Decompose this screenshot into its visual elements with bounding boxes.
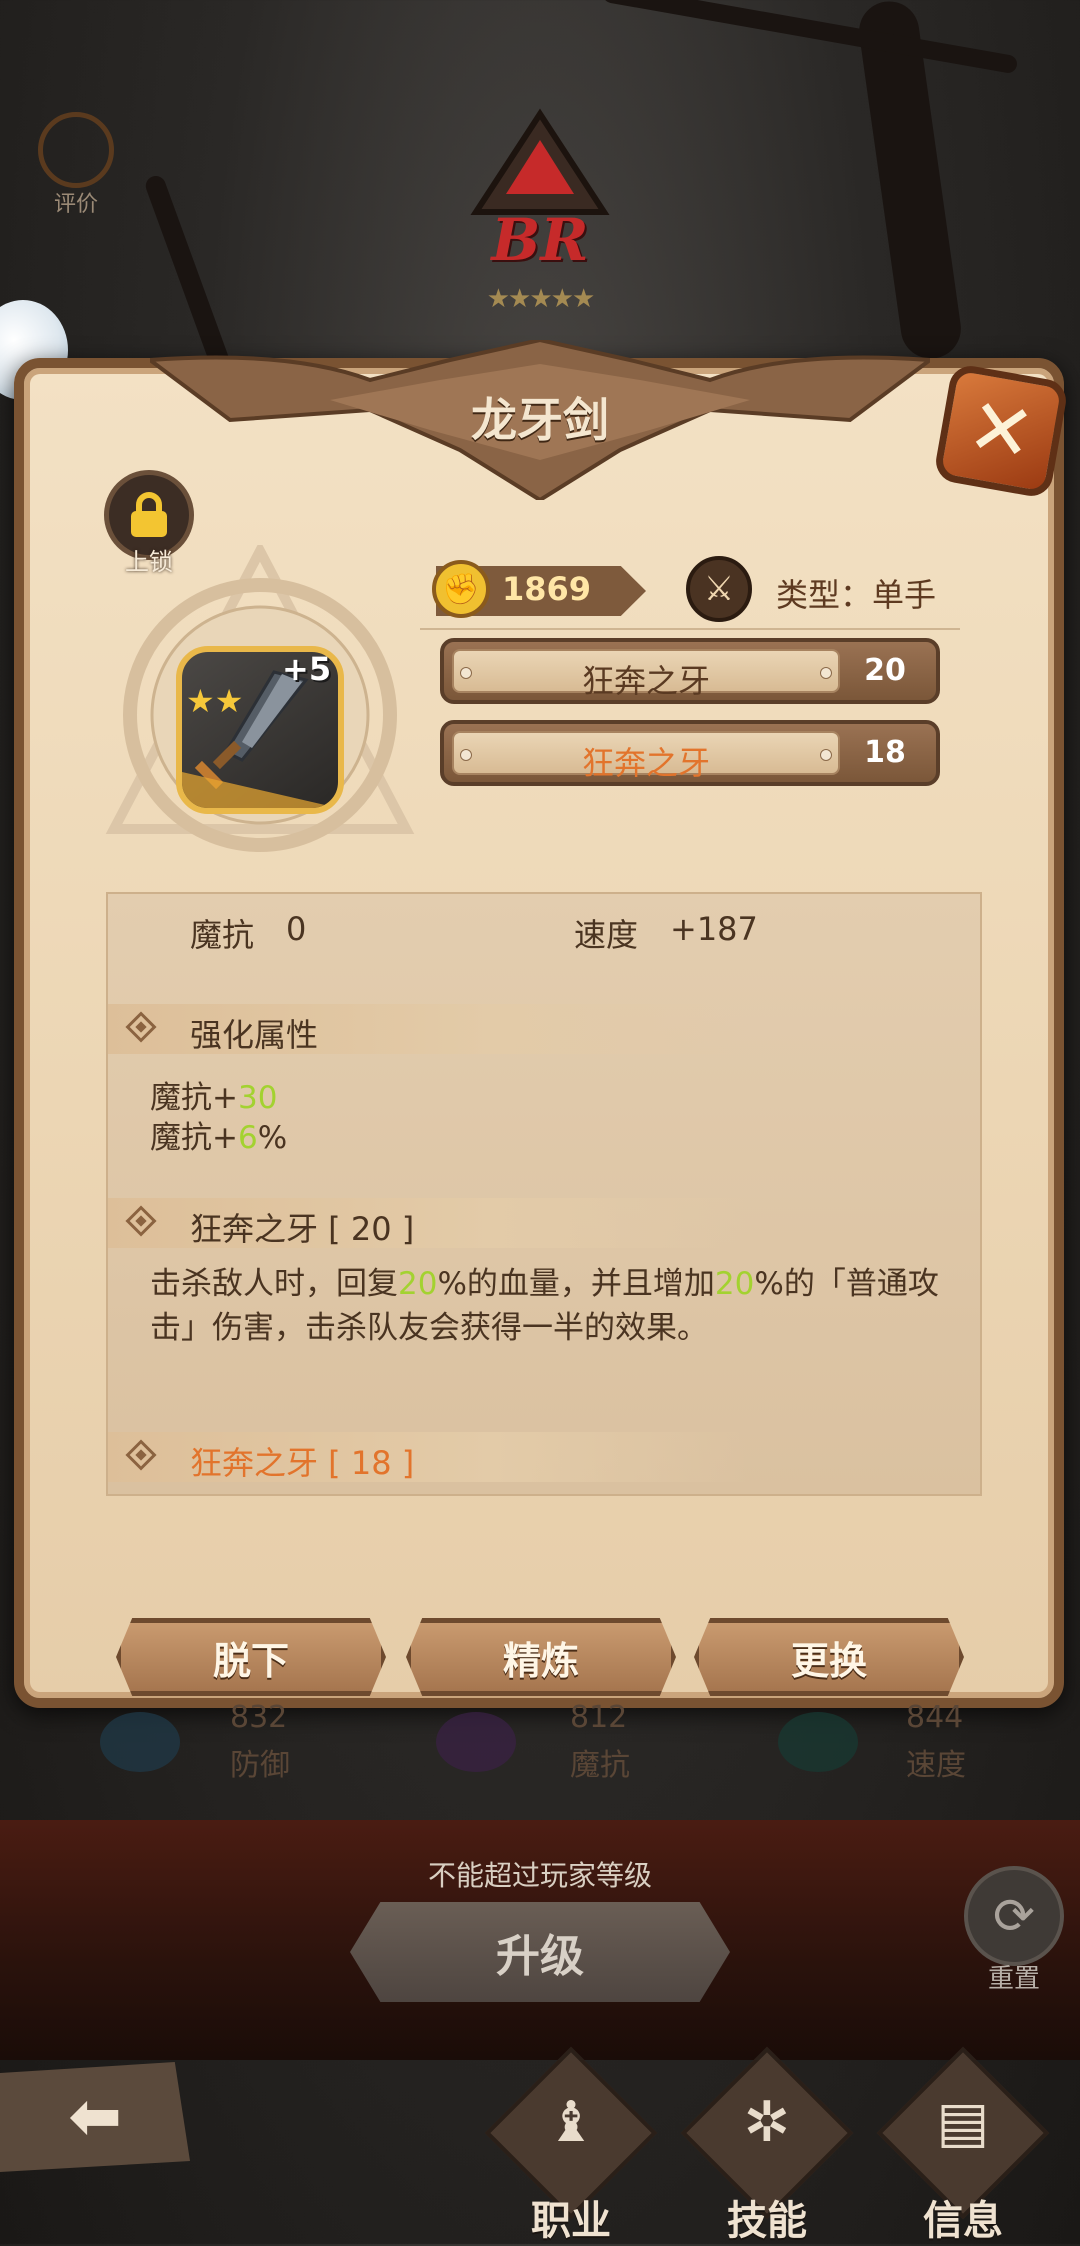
skill-level: 20 [864,653,906,688]
section-title: 强化属性 [190,1016,319,1054]
skill-bar-1[interactable]: 狂奔之牙 20 [440,638,940,704]
skill-level: 18 [864,735,906,770]
speed-icon [778,1712,858,1772]
speed-value: 844 [906,1700,964,1735]
chess-piece-icon: ♝ [545,2090,597,2155]
diamond-icon [125,1011,157,1043]
rate-label: 评价 [53,192,98,217]
skill-name-box: 狂奔之牙 [452,731,840,782]
attr-value: 6 [237,1120,258,1156]
reset-button[interactable]: ⟳ [964,1866,1064,1966]
attr-suffix: % [257,1120,288,1156]
lock-icon [131,492,167,537]
fist-icon: ✊ [432,560,490,618]
rank-text: BR [491,206,589,274]
unequip-button[interactable]: 脱下 [116,1618,386,1696]
stat-left-label: 魔抗 [190,916,255,954]
nav-skill-label: 技能 [727,2198,807,2244]
rate-icon[interactable] [38,112,114,188]
speed-label: 速度 [906,1748,966,1783]
upgrade-button[interactable]: 升级 [350,1902,730,2002]
stat-right-label: 速度 [574,916,639,954]
skill-name-box: 狂奔之牙 [452,649,840,700]
diamond-icon [125,1439,157,1471]
stat-left-value: 0 [286,910,307,948]
desc-number: 20 [714,1266,755,1302]
close-icon: ✕ [960,381,1041,481]
stat-right-value: +187 [670,910,758,948]
reset-label: 重置 [987,1964,1040,1994]
skill-icon: ✲ [743,2090,791,2155]
enhance-attr-line: 魔抗+30 [150,1072,277,1117]
section-title: 狂奔之牙 [ 20 ] [190,1210,415,1248]
nav-info-label: 信息 [923,2198,1003,2244]
item-enhance-level: +5 [282,650,332,688]
skill-name: 狂奔之牙 [581,744,710,782]
tree-branch [601,0,1019,75]
enhance-attr-line: 魔抗+6% [150,1112,287,1157]
skill-bar-2[interactable]: 狂奔之牙 18 [440,720,940,786]
skill-description: 击杀敌人时，回复20%的血量，并且增加20%的「普通攻击」伤害，击杀队友会获得一… [150,1262,940,1350]
info-scroll-area[interactable] [106,892,982,1496]
replace-button[interactable]: 更换 [694,1618,964,1696]
desc-text: %的血量，并且增加 [437,1266,715,1302]
attr-prefix: 魔抗+ [150,1120,238,1156]
document-icon: ▤ [936,2090,990,2155]
nav-class[interactable]: ♝ 职业 [484,2046,658,2244]
defense-value: 832 [230,1700,288,1735]
magic-resist-value: 812 [570,1700,628,1735]
weapon-type-icon: ⚔ [686,556,752,622]
nav-info[interactable]: ▤ 信息 [876,2046,1050,2244]
panel-title: 龙牙剑 [471,393,609,447]
desc-text: 击杀敌人时，回复 [150,1266,398,1302]
magic-resist-icon [436,1712,516,1772]
enhance-section-header: 强化属性 [108,1004,748,1054]
skill-name: 狂奔之牙 [581,662,710,700]
divider [420,628,960,630]
diamond-icon [125,1205,157,1237]
weapon-type-label: 类型：单手 [776,576,937,614]
skill-section-header: 狂奔之牙 [ 18 ] [108,1432,748,1482]
power-value: 1869 [502,570,592,608]
close-button[interactable]: ✕ [932,362,1070,500]
skill-section-header: 狂奔之牙 [ 20 ] [108,1198,748,1248]
section-title: 狂奔之牙 [ 18 ] [190,1444,415,1482]
upgrade-note: 不能超过玩家等级 [427,1859,652,1892]
desc-number: 20 [398,1266,438,1302]
attr-value: 30 [237,1080,278,1116]
defense-label: 防御 [230,1748,290,1783]
rank-stars: ★★★★★ [486,284,596,314]
back-arrow-icon: ⬅ [68,2080,122,2154]
item-stars: ★★ [186,682,244,720]
magic-resist-label: 魔抗 [570,1748,630,1783]
refresh-icon: ⟳ [993,1887,1035,1945]
nav-class-label: 职业 [531,2198,611,2244]
attr-prefix: 魔抗+ [150,1080,238,1116]
back-button[interactable]: ⬅ [0,2062,190,2172]
defense-icon [100,1712,180,1772]
refine-button[interactable]: 精炼 [406,1618,676,1696]
nav-skill[interactable]: ✲ 技能 [680,2046,854,2244]
